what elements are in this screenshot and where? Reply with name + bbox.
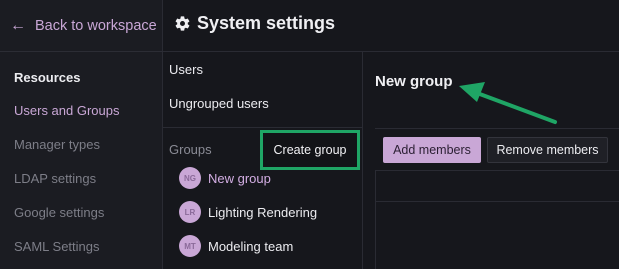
avatar: NG: [179, 167, 201, 189]
panel-divider: [375, 128, 619, 129]
group-name: Modeling team: [208, 238, 294, 254]
sidebar-item-ldap-settings[interactable]: LDAP settings: [14, 171, 96, 186]
annotation-arrow-icon: [459, 82, 557, 124]
list-divider: [163, 127, 363, 128]
page-title: System settings: [174, 11, 335, 35]
group-item-lighting-rendering[interactable]: LR Lighting Rendering: [179, 201, 317, 223]
back-to-workspace-link[interactable]: ← Back to workspace: [0, 0, 163, 52]
create-group-button[interactable]: Create group: [260, 130, 360, 170]
avatar: LR: [179, 201, 201, 223]
group-item-modeling-team[interactable]: MT Modeling team: [179, 235, 293, 257]
table-row-line: [375, 201, 619, 202]
sidebar-section-resources: Resources: [14, 70, 81, 85]
group-name: Lighting Rendering: [208, 204, 318, 220]
remove-members-button[interactable]: Remove members: [487, 137, 608, 163]
sidebar: ← Back to workspace Resources Users and …: [0, 0, 163, 269]
users-groups-list: Users Ungrouped users Groups Create grou…: [163, 52, 363, 269]
sidebar-item-users-and-groups[interactable]: Users and Groups: [14, 103, 120, 118]
groups-heading: Groups: [169, 142, 212, 157]
members-table: [375, 170, 619, 269]
table-header-line: [375, 170, 619, 171]
group-name: New group: [208, 170, 271, 186]
system-settings-app: ← Back to workspace Resources Users and …: [0, 0, 619, 269]
sidebar-item-manager-types[interactable]: Manager types: [14, 137, 100, 152]
sidebar-item-saml-settings[interactable]: SAML Settings: [14, 239, 100, 254]
group-item-new-group[interactable]: NG New group: [179, 167, 271, 189]
avatar: MT: [179, 235, 201, 257]
ungrouped-users-link[interactable]: Ungrouped users: [169, 96, 269, 111]
group-title: New group: [375, 73, 453, 90]
gear-icon: [175, 15, 190, 31]
arrow-left-icon: ←: [10, 16, 26, 34]
users-link[interactable]: Users: [169, 62, 203, 77]
add-members-button[interactable]: Add members: [383, 137, 481, 163]
sidebar-item-google-settings[interactable]: Google settings: [14, 205, 104, 220]
page-title-label: System settings: [197, 12, 336, 33]
back-link-label: Back to workspace: [35, 17, 157, 34]
